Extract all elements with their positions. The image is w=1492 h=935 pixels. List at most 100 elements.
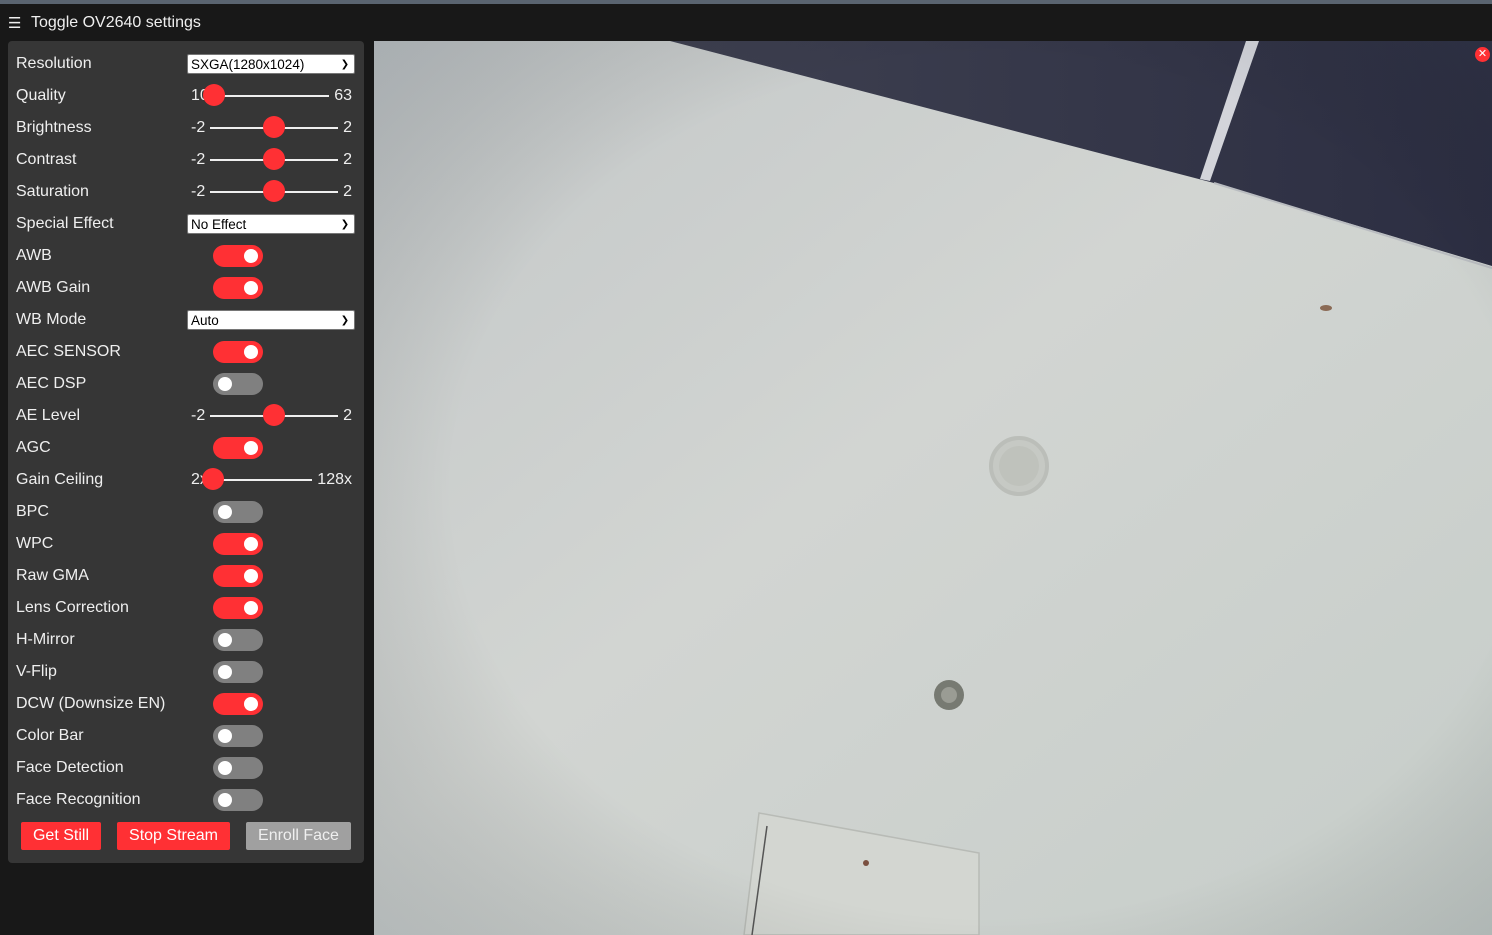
aec-sensor-toggle[interactable] (213, 341, 263, 363)
toggle-knob (244, 569, 258, 583)
aec-dsp-toggle[interactable] (213, 373, 263, 395)
contrast-min: -2 (191, 151, 206, 168)
stop-stream-button[interactable]: Stop Stream (117, 822, 230, 850)
gain-ceiling-max: 128x (317, 471, 352, 488)
special-effect-label: Special Effect (16, 215, 114, 232)
resolution-select[interactable]: SXGA(1280x1024) ❯ (187, 54, 355, 74)
slider-thumb[interactable] (263, 116, 286, 138)
wb-mode-value: Auto (191, 312, 219, 328)
enroll-face-button[interactable]: Enroll Face (246, 822, 351, 850)
aec-dsp-label: AEC DSP (16, 375, 87, 392)
slider-thumb[interactable] (201, 468, 224, 490)
bpc-row: BPC (16, 496, 356, 528)
brightness-row: Brightness -2 2 (16, 112, 356, 144)
slider-thumb[interactable] (263, 404, 286, 426)
toggle-knob (218, 793, 232, 807)
saturation-slider[interactable]: -2 2 (187, 176, 355, 208)
face-detection-label: Face Detection (16, 759, 124, 776)
contrast-label: Contrast (16, 151, 77, 168)
wpc-label: WPC (16, 535, 54, 552)
toggle-knob (244, 537, 258, 551)
aec-sensor-label: AEC SENSOR (16, 343, 121, 360)
wpc-row: WPC (16, 528, 356, 560)
aec-dsp-row: AEC DSP (16, 368, 356, 400)
toggle-knob (244, 281, 258, 295)
quality-slider[interactable]: 10 63 (187, 80, 355, 112)
gain-ceiling-slider[interactable]: 2x 128x (187, 464, 355, 496)
settings-toggle-label: Toggle OV2640 settings (31, 14, 201, 31)
toggle-knob (244, 697, 258, 711)
toggle-knob (218, 377, 232, 391)
special-effect-row: Special Effect No Effect ❯ (16, 208, 356, 240)
toggle-knob (244, 601, 258, 615)
toggle-knob (218, 761, 232, 775)
chevron-down-icon: ❯ (340, 314, 350, 326)
agc-toggle[interactable] (213, 437, 263, 459)
wb-mode-row: WB Mode Auto ❯ (16, 304, 356, 336)
quality-label: Quality (16, 87, 66, 104)
toggle-knob (218, 665, 232, 679)
ae-level-max: 2 (343, 407, 352, 424)
wb-mode-select[interactable]: Auto ❯ (187, 310, 355, 330)
raw-gma-label: Raw GMA (16, 567, 89, 584)
v-flip-row: V-Flip (16, 656, 356, 688)
top-border (0, 0, 1492, 4)
special-effect-value: No Effect (191, 216, 247, 232)
face-detection-toggle[interactable] (213, 757, 263, 779)
wpc-toggle[interactable] (213, 533, 263, 555)
awb-toggle[interactable] (213, 245, 263, 267)
gain-ceiling-row: Gain Ceiling 2x 128x (16, 464, 356, 496)
get-still-button[interactable]: Get Still (21, 822, 101, 850)
resolution-row: Resolution SXGA(1280x1024) ❯ (16, 48, 356, 80)
dcw-toggle[interactable] (213, 693, 263, 715)
contrast-slider[interactable]: -2 2 (187, 144, 355, 176)
agc-row: AGC (16, 432, 356, 464)
h-mirror-toggle[interactable] (213, 629, 263, 651)
awb-gain-toggle[interactable] (213, 277, 263, 299)
brightness-slider[interactable]: -2 2 (187, 112, 355, 144)
saturation-min: -2 (191, 183, 206, 200)
awb-gain-label: AWB Gain (16, 279, 91, 296)
bpc-toggle[interactable] (213, 501, 263, 523)
slider-thumb[interactable] (202, 84, 225, 106)
saturation-row: Saturation -2 2 (16, 176, 356, 208)
brightness-min: -2 (191, 119, 206, 136)
resolution-value: SXGA(1280x1024) (191, 56, 305, 72)
dcw-label: DCW (Downsize EN) (16, 695, 166, 712)
ae-level-min: -2 (191, 407, 206, 424)
v-flip-toggle[interactable] (213, 661, 263, 683)
aec-sensor-row: AEC SENSOR (16, 336, 356, 368)
face-recognition-toggle[interactable] (213, 789, 263, 811)
ae-level-row: AE Level -2 2 (16, 400, 356, 432)
raw-gma-toggle[interactable] (213, 565, 263, 587)
ae-level-slider[interactable]: -2 2 (187, 400, 355, 432)
quality-max: 63 (334, 87, 352, 104)
saturation-label: Saturation (16, 183, 89, 200)
lens-correction-label: Lens Correction (16, 599, 129, 616)
toggle-knob (218, 729, 232, 743)
toggle-knob (218, 633, 232, 647)
slider-track (210, 148, 339, 170)
brightness-label: Brightness (16, 119, 92, 136)
awb-row: AWB (16, 240, 356, 272)
slider-thumb[interactable] (263, 148, 286, 170)
color-bar-toggle[interactable] (213, 725, 263, 747)
slider-thumb[interactable] (263, 180, 286, 202)
special-effect-select[interactable]: No Effect ❯ (187, 214, 355, 234)
agc-label: AGC (16, 439, 51, 456)
hamburger-icon: ☰ (8, 15, 22, 32)
toggle-knob (218, 505, 232, 519)
slider-track (201, 468, 313, 490)
settings-toggle[interactable]: ☰ Toggle OV2640 settings (8, 12, 201, 34)
awb-label: AWB (16, 247, 52, 264)
brightness-max: 2 (343, 119, 352, 136)
h-mirror-row: H-Mirror (16, 624, 356, 656)
contrast-max: 2 (343, 151, 352, 168)
chevron-down-icon: ❯ (340, 218, 350, 230)
dcw-row: DCW (Downsize EN) (16, 688, 356, 720)
lens-correction-toggle[interactable] (213, 597, 263, 619)
toggle-knob (244, 441, 258, 455)
face-recognition-row: Face Recognition (16, 784, 356, 816)
raw-gma-row: Raw GMA (16, 560, 356, 592)
close-stream-button[interactable]: ✕ (1475, 47, 1490, 62)
